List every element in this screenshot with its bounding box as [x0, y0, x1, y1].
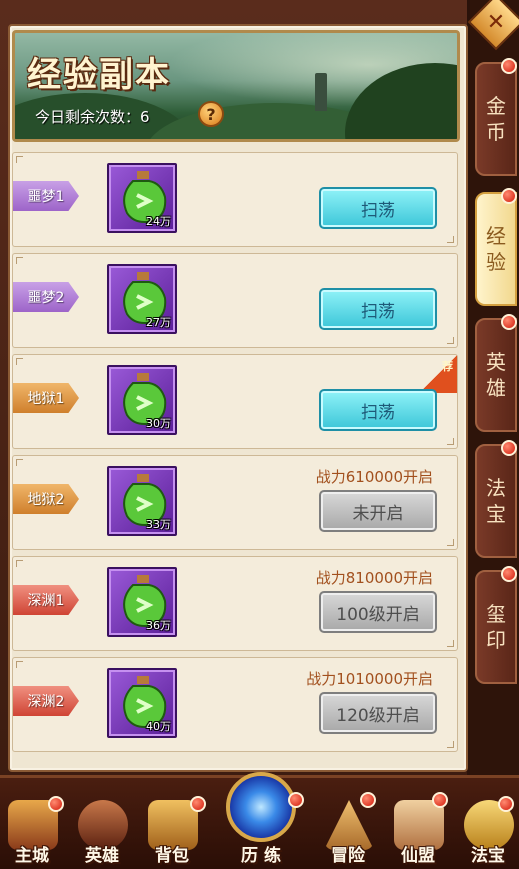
page-title: 经验副本 — [27, 55, 171, 95]
locked-button[interactable]: 120级开启 — [319, 692, 437, 734]
recommended-label: 荐 — [442, 360, 453, 373]
notification-dot — [288, 792, 304, 808]
reward-amount: 40万 — [146, 720, 171, 733]
nav-treasure[interactable]: 法宝 — [458, 778, 518, 869]
locked-button[interactable]: 未开启 — [319, 490, 437, 532]
reward-amount: 33万 — [146, 518, 171, 531]
notification-dot — [501, 188, 517, 204]
reward-amount: 27万 — [146, 316, 171, 329]
notification-dot — [501, 314, 517, 330]
difficulty-tag: 噩梦2 — [13, 282, 79, 312]
sweep-button[interactable]: 扫荡 — [319, 187, 437, 229]
unlock-requirement: 战力610000开启 — [315, 468, 433, 486]
tab-gold[interactable]: 金 币 — [475, 62, 517, 176]
tab-label: 验 — [486, 250, 506, 274]
nav-label: 背包 — [155, 846, 189, 866]
tab-exp[interactable]: 经 验 — [475, 192, 517, 306]
exp-potion-item[interactable]: 30万 — [107, 365, 177, 435]
reward-amount: 30万 — [146, 417, 171, 430]
nav-label: 冒险 — [331, 846, 365, 866]
notification-dot — [501, 566, 517, 582]
pagoda-silhouette — [315, 73, 327, 111]
dungeon-header: 经验副本 今日剩余次数：6 ? — [12, 30, 460, 142]
exp-potion-item[interactable]: 33万 — [107, 466, 177, 536]
nav-label: 仙盟 — [401, 846, 435, 866]
nav-label: 法宝 — [471, 846, 505, 866]
exp-potion-item[interactable]: 40万 — [107, 668, 177, 738]
tab-label: 印 — [486, 628, 506, 652]
nav-hero[interactable]: 英雄 — [72, 778, 132, 869]
nav-label: 历 练 — [241, 846, 281, 866]
difficulty-tag: 深渊1 — [13, 585, 79, 615]
exp-potion-item[interactable]: 36万 — [107, 567, 177, 637]
reward-amount: 36万 — [146, 619, 171, 632]
notification-dot — [48, 796, 64, 812]
nav-label: 英雄 — [85, 846, 119, 866]
tab-hero[interactable]: 英 雄 — [475, 318, 517, 432]
nav-training[interactable]: 历 练 — [222, 764, 300, 869]
notification-dot — [360, 792, 376, 808]
dungeon-row: 噩梦1 24万 扫荡 — [12, 152, 458, 247]
tab-seal[interactable]: 玺 印 — [475, 570, 517, 684]
background-tree — [345, 63, 457, 139]
help-icon[interactable]: ? — [198, 101, 224, 127]
reward-amount: 24万 — [146, 215, 171, 228]
exp-potion-item[interactable]: 24万 — [107, 163, 177, 233]
dungeon-row: 荐 地狱1 30万 扫荡 — [12, 354, 458, 449]
notification-dot — [501, 440, 517, 456]
remaining-attempts: 今日剩余次数：6 — [35, 108, 150, 126]
difficulty-tag: 噩梦1 — [13, 181, 79, 211]
sweep-button[interactable]: 扫荡 — [319, 389, 437, 431]
nav-main-city[interactable]: 主城 — [2, 778, 62, 869]
unlock-requirement: 战力810000开启 — [315, 569, 433, 587]
tab-label: 雄 — [486, 376, 506, 400]
tab-label: 金 — [486, 94, 506, 118]
difficulty-tag: 地狱1 — [13, 383, 79, 413]
sweep-button[interactable]: 扫荡 — [319, 288, 437, 330]
dungeon-row: 深渊1 36万 战力810000开启 100级开启 — [12, 556, 458, 651]
notification-dot — [432, 792, 448, 808]
nav-label: 主城 — [15, 846, 49, 866]
unlock-requirement: 战力1010000开启 — [306, 670, 433, 688]
tab-label: 经 — [486, 224, 506, 248]
difficulty-tag: 地狱2 — [13, 484, 79, 514]
exp-potion-item[interactable]: 27万 — [107, 264, 177, 334]
tab-label: 币 — [486, 120, 506, 144]
dungeon-row: 噩梦2 27万 扫荡 — [12, 253, 458, 348]
notification-dot — [501, 58, 517, 74]
tab-label: 英 — [486, 350, 506, 374]
dungeon-row: 地狱2 33万 战力610000开启 未开启 — [12, 455, 458, 550]
nav-bag[interactable]: 背包 — [142, 778, 202, 869]
close-icon: ✕ — [486, 9, 506, 35]
tab-label: 宝 — [486, 502, 506, 526]
bottom-nav: 主城 英雄 背包 历 练 冒险 仙盟 法宝 — [0, 772, 519, 869]
dungeon-row: 深渊2 40万 战力1010000开启 120级开启 — [12, 657, 458, 752]
recommended-badge: 荐 — [419, 355, 457, 393]
locked-button[interactable]: 100级开启 — [319, 591, 437, 633]
portal-icon — [226, 772, 296, 842]
tab-label: 法 — [486, 476, 506, 500]
tab-treasure[interactable]: 法 宝 — [475, 444, 517, 558]
notification-dot — [190, 796, 206, 812]
notification-dot — [498, 796, 514, 812]
tab-label: 玺 — [486, 602, 506, 626]
difficulty-tag: 深渊2 — [13, 686, 79, 716]
